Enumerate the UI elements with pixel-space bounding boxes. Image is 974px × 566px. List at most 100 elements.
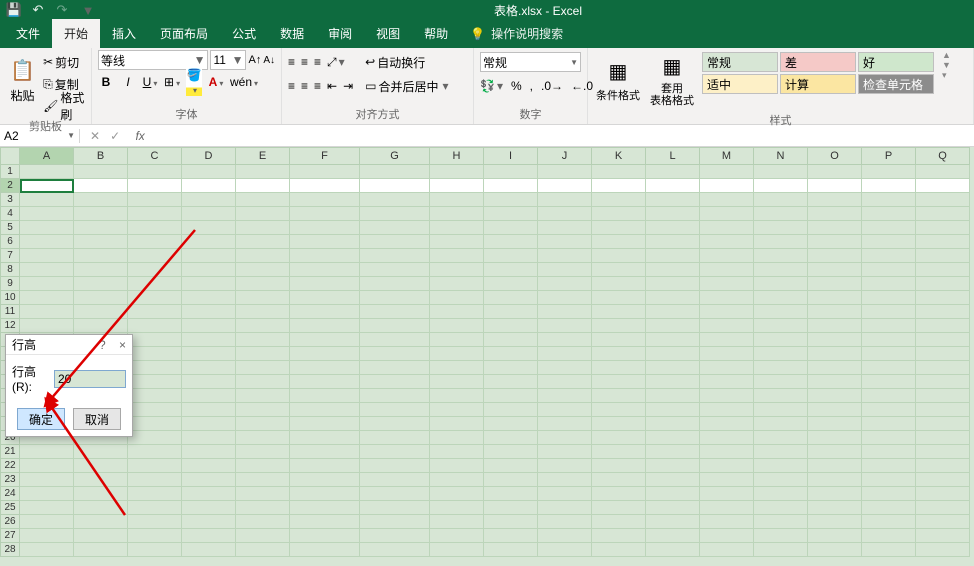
tab-帮助[interactable]: 帮助 (412, 19, 460, 48)
cell[interactable] (754, 347, 808, 361)
cell[interactable] (74, 291, 128, 305)
redo-icon[interactable]: ↷ (54, 2, 70, 18)
cell[interactable] (290, 263, 360, 277)
cell[interactable] (182, 389, 236, 403)
cell[interactable] (754, 277, 808, 291)
cell[interactable] (700, 459, 754, 473)
cell[interactable] (128, 375, 182, 389)
cell[interactable] (700, 375, 754, 389)
cell[interactable] (700, 221, 754, 235)
font-size-combo[interactable]: 11▼ (210, 50, 246, 70)
border-button[interactable]: ⊞▾ (164, 75, 180, 89)
cell[interactable] (862, 445, 916, 459)
cell[interactable] (592, 529, 646, 543)
cancel-formula-icon[interactable]: ✕ (90, 129, 100, 143)
row-header[interactable]: 3 (0, 193, 20, 207)
phonetic-button[interactable]: wén▾ (230, 75, 246, 89)
cell[interactable] (360, 235, 430, 249)
cell[interactable] (484, 263, 538, 277)
cell[interactable] (754, 543, 808, 557)
cell[interactable] (182, 221, 236, 235)
cell[interactable] (700, 193, 754, 207)
cell[interactable] (700, 361, 754, 375)
cell[interactable] (128, 333, 182, 347)
cell[interactable] (808, 389, 862, 403)
cell[interactable] (754, 445, 808, 459)
format-table-button[interactable]: ▦ 套用 表格格式 (646, 50, 698, 110)
cell[interactable] (916, 361, 970, 375)
cell[interactable] (360, 221, 430, 235)
cell[interactable] (754, 179, 808, 193)
align-middle-icon[interactable]: ≡ (301, 55, 308, 69)
cell[interactable] (484, 165, 538, 179)
cell[interactable] (360, 543, 430, 557)
cell[interactable] (700, 529, 754, 543)
cell[interactable] (484, 403, 538, 417)
row-header[interactable]: 23 (0, 473, 20, 487)
row-header[interactable]: 6 (0, 235, 20, 249)
cell[interactable] (754, 417, 808, 431)
cell[interactable] (592, 165, 646, 179)
cell[interactable] (128, 543, 182, 557)
cell[interactable] (646, 235, 700, 249)
col-header[interactable]: H (430, 147, 484, 165)
cell[interactable] (754, 501, 808, 515)
cell[interactable] (236, 333, 290, 347)
cell[interactable] (592, 445, 646, 459)
cell[interactable] (538, 249, 592, 263)
cell[interactable] (20, 165, 74, 179)
cell[interactable] (128, 529, 182, 543)
cell[interactable] (430, 389, 484, 403)
cell[interactable] (646, 417, 700, 431)
cell[interactable] (538, 515, 592, 529)
col-header[interactable]: M (700, 147, 754, 165)
undo-icon[interactable]: ↶ (30, 2, 46, 18)
cell[interactable] (430, 403, 484, 417)
cell[interactable] (646, 403, 700, 417)
cell[interactable] (430, 543, 484, 557)
cell[interactable] (484, 389, 538, 403)
cell[interactable] (182, 431, 236, 445)
cell[interactable] (592, 193, 646, 207)
cell[interactable] (74, 249, 128, 263)
tell-me[interactable]: 💡操作说明搜索 (460, 19, 573, 48)
cell[interactable] (236, 375, 290, 389)
cell[interactable] (182, 235, 236, 249)
cell[interactable] (182, 445, 236, 459)
cell[interactable] (360, 375, 430, 389)
cell[interactable] (128, 431, 182, 445)
cell[interactable] (430, 207, 484, 221)
cell[interactable] (700, 263, 754, 277)
cell[interactable] (538, 207, 592, 221)
cell[interactable] (74, 235, 128, 249)
cell[interactable] (592, 501, 646, 515)
cell[interactable] (182, 515, 236, 529)
cell[interactable] (862, 417, 916, 431)
cell[interactable] (862, 291, 916, 305)
cell[interactable] (916, 403, 970, 417)
cell[interactable] (700, 179, 754, 193)
cell[interactable] (290, 347, 360, 361)
cell[interactable] (808, 487, 862, 501)
cell[interactable] (808, 431, 862, 445)
row-header[interactable]: 5 (0, 221, 20, 235)
cut-button[interactable]: ✂剪切 (43, 52, 85, 72)
cell[interactable] (538, 221, 592, 235)
cell[interactable] (592, 277, 646, 291)
decrease-font-icon[interactable]: A↓ (263, 55, 275, 66)
cell[interactable] (538, 319, 592, 333)
cell[interactable] (646, 459, 700, 473)
cell[interactable] (862, 487, 916, 501)
cell[interactable] (592, 361, 646, 375)
cell[interactable] (74, 543, 128, 557)
cell[interactable] (808, 333, 862, 347)
cell[interactable] (700, 445, 754, 459)
cell[interactable] (592, 515, 646, 529)
wrap-text-button[interactable]: ↩自动换行 (365, 52, 448, 72)
cell[interactable] (182, 417, 236, 431)
cell[interactable] (20, 235, 74, 249)
cell[interactable] (290, 515, 360, 529)
cell[interactable] (646, 193, 700, 207)
row-header[interactable]: 26 (0, 515, 20, 529)
cell[interactable] (236, 487, 290, 501)
